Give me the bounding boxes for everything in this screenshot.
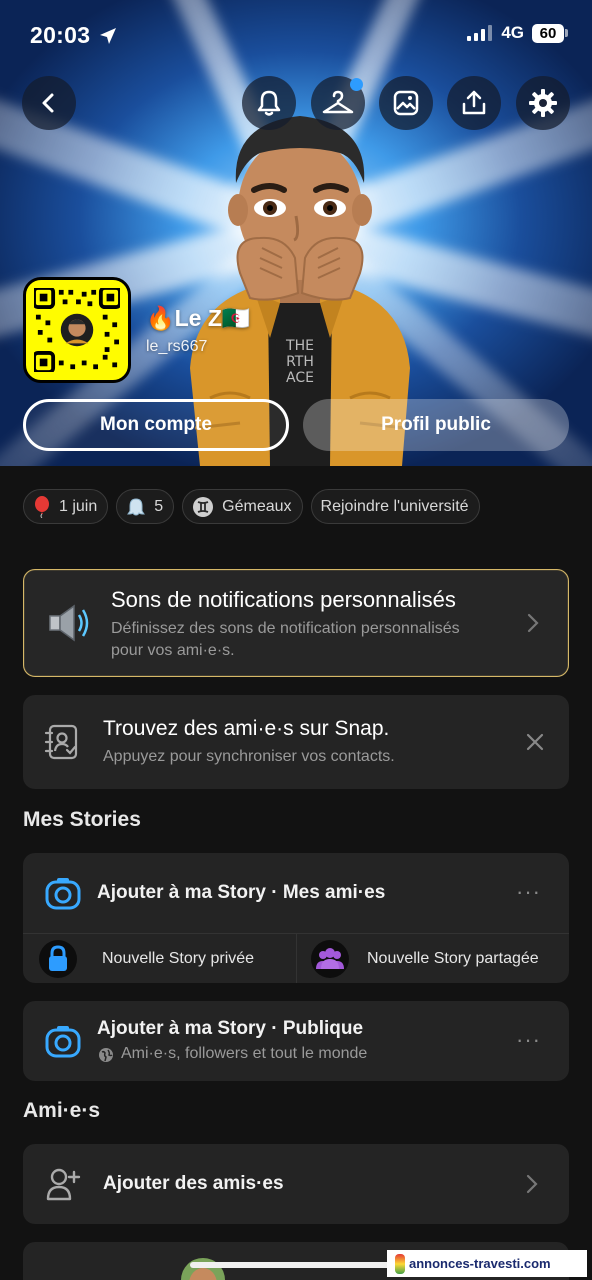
find-friends-card[interactable]: Trouvez des ami·e·s sur Snap. Appuyez po… bbox=[23, 695, 569, 789]
notification-sounds-subtitle-2: pour vos ami·e·s. bbox=[111, 642, 235, 659]
add-friends-label: Ajouter des amis·es bbox=[103, 1173, 284, 1194]
status-time: 20:03 bbox=[30, 22, 91, 48]
group-icon bbox=[311, 940, 349, 978]
status-right: 4G 60 bbox=[467, 23, 568, 43]
balloon-icon bbox=[35, 495, 49, 518]
share-profile-button[interactable] bbox=[447, 76, 501, 130]
watermark: annonces-travesti.com bbox=[387, 1250, 587, 1277]
find-friends-subtitle: Appuyez pour synchroniser vos contacts. bbox=[103, 748, 395, 765]
camera-icon bbox=[45, 878, 81, 910]
more-options-icon[interactable]: ··· bbox=[516, 879, 541, 905]
friends-heading: Ami·e·s bbox=[23, 1099, 101, 1122]
back-button[interactable] bbox=[22, 76, 76, 130]
camera-icon bbox=[45, 1026, 81, 1058]
gemini-icon bbox=[193, 496, 214, 517]
shared-story-button[interactable]: Nouvelle Story partagée bbox=[297, 934, 569, 983]
notification-dot bbox=[350, 78, 363, 91]
display-name: 🔥Le Z🇩🇿 bbox=[146, 305, 251, 331]
memories-button[interactable] bbox=[379, 76, 433, 130]
battery-level: 60 bbox=[532, 23, 564, 43]
add-story-friends-label: Ajouter à ma Story · Mes ami·es bbox=[97, 882, 386, 903]
more-options-icon[interactable]: ··· bbox=[516, 1027, 541, 1053]
profile-chips: 1 juin 5 Gémeaux Rejoindre l'université bbox=[23, 489, 480, 524]
network-label: 4G bbox=[501, 23, 524, 42]
contacts-icon bbox=[44, 724, 78, 760]
friends-count-label: 5 bbox=[154, 497, 164, 515]
hanger-icon bbox=[322, 90, 354, 114]
svg-text:RTH: RTH bbox=[286, 354, 314, 370]
snapcode[interactable] bbox=[23, 277, 131, 383]
add-friend-icon bbox=[46, 1168, 81, 1201]
settings-button[interactable] bbox=[516, 76, 570, 130]
public-story-subtitle: Ami·e·s, followers et tout le monde bbox=[121, 1045, 368, 1062]
find-friends-title: Trouvez des ami·e·s sur Snap. bbox=[103, 717, 390, 740]
back-icon bbox=[42, 93, 54, 113]
my-account-button[interactable]: Mon compte bbox=[23, 399, 289, 451]
my-stories-heading: Mes Stories bbox=[23, 808, 141, 831]
friends-count-chip[interactable]: 5 bbox=[116, 489, 175, 524]
notification-sounds-card[interactable]: Sons de notifications personnalisés Défi… bbox=[23, 569, 569, 677]
my-story-card: Ajouter à ma Story · Mes ami·es ··· Nouv… bbox=[23, 853, 569, 983]
bell-icon bbox=[257, 90, 281, 116]
chevron-right-icon bbox=[526, 1174, 538, 1194]
profile-hero: THE RTH ACE 20:03 4G 60 🔥Le Z🇩🇿 le_rs667… bbox=[0, 0, 592, 466]
lock-icon bbox=[39, 940, 77, 978]
username: le_rs667 bbox=[146, 338, 208, 355]
public-profile-button[interactable]: Profil public bbox=[303, 399, 569, 451]
private-story-label: Nouvelle Story privée bbox=[102, 950, 255, 967]
university-chip[interactable]: Rejoindre l'université bbox=[310, 489, 480, 524]
notification-sounds-subtitle-1: Définissez des sons de notification pers… bbox=[111, 620, 460, 637]
battery-icon: 60 bbox=[532, 23, 568, 43]
birthday-chip[interactable]: 1 juin bbox=[23, 489, 109, 524]
gear-icon bbox=[529, 89, 557, 117]
watermark-logo-icon bbox=[395, 1253, 405, 1274]
location-arrow-icon bbox=[100, 28, 116, 44]
home-indicator[interactable] bbox=[190, 1262, 402, 1268]
add-friends-card[interactable]: Ajouter des amis·es bbox=[23, 1144, 569, 1224]
notifications-button[interactable] bbox=[242, 76, 296, 130]
add-story-friends-row[interactable]: Ajouter à ma Story · Mes ami·es ··· bbox=[23, 853, 569, 933]
university-label: Rejoindre l'université bbox=[320, 497, 469, 515]
svg-text:ACE: ACE bbox=[286, 370, 314, 386]
signal-icon bbox=[467, 25, 493, 41]
zodiac-chip[interactable]: Gémeaux bbox=[182, 489, 303, 524]
globe-icon bbox=[99, 1048, 113, 1062]
speaker-icon bbox=[49, 604, 89, 642]
shared-story-label: Nouvelle Story partagée bbox=[367, 950, 539, 967]
zodiac-label: Gémeaux bbox=[222, 497, 292, 515]
svg-text:THE: THE bbox=[285, 338, 314, 354]
close-icon[interactable] bbox=[525, 732, 545, 752]
private-story-button[interactable]: Nouvelle Story privée bbox=[23, 934, 296, 983]
watermark-text: annonces-travesti.com bbox=[409, 1256, 551, 1271]
add-story-public-label: Ajouter à ma Story · Publique bbox=[97, 1018, 364, 1039]
outfit-button[interactable] bbox=[311, 76, 365, 130]
ghost-icon bbox=[127, 497, 146, 516]
notification-sounds-title: Sons de notifications personnalisés bbox=[111, 587, 456, 612]
share-icon bbox=[462, 90, 486, 115]
add-story-public-card[interactable]: Ajouter à ma Story · Publique Ami·e·s, f… bbox=[23, 1001, 569, 1081]
chevron-right-icon bbox=[527, 613, 539, 633]
qr-code-icon bbox=[32, 286, 122, 374]
photo-icon bbox=[393, 90, 419, 116]
birthday-label: 1 juin bbox=[59, 497, 98, 515]
